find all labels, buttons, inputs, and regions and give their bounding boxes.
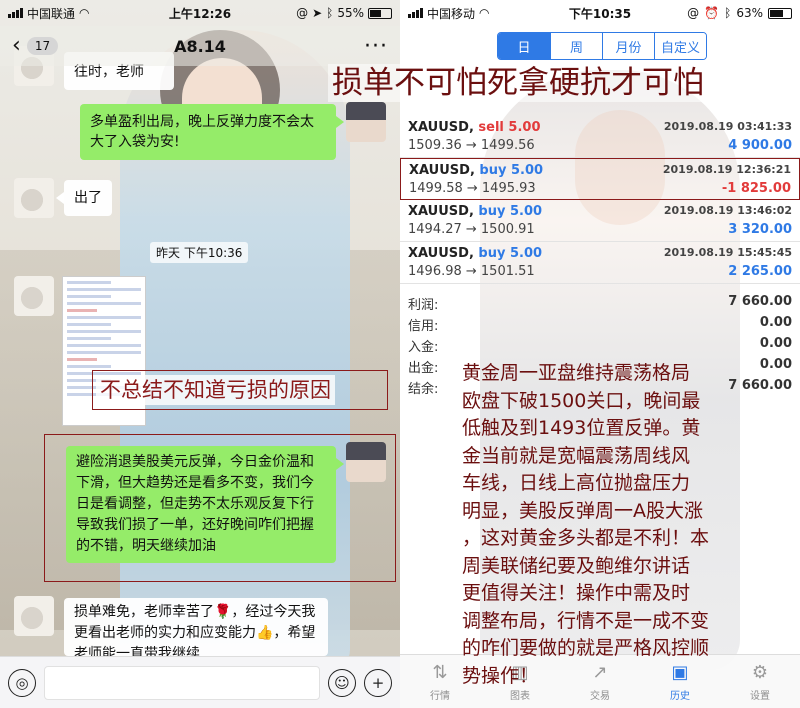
summary-label: 信用: xyxy=(408,319,439,334)
status-time: 上午12:26 xyxy=(168,6,232,21)
order-date: 2019.08.19 13:46:02 xyxy=(663,204,792,217)
chat-input-bar: ◎ ☺ + xyxy=(0,656,400,708)
period-segmented-control: 日 周 月份 自定义 xyxy=(497,32,707,60)
order-date: 2019.08.19 12:36:21 xyxy=(662,163,791,176)
order-prices: 1499.58 → 1495.93 xyxy=(409,181,536,196)
order-profit: 3 320.00 xyxy=(728,222,792,237)
screenshot-page: 中国联通 ◠ 上午12:26 @ ➤ ᛒ 55% ‹ 17 A8.14 ··· … xyxy=(0,0,800,708)
message-bubble-teacher: 多单盈利出局，晚上反弹力度不会太大了入袋为安! xyxy=(80,104,344,160)
order-symbol: XAUUSD, buy 5.00 xyxy=(409,163,543,178)
order-symbol-text: XAUUSD, xyxy=(409,163,475,178)
order-side: buy 5.00 xyxy=(478,204,543,219)
battery-icon xyxy=(368,7,392,19)
order-row[interactable]: XAUUSD, sell 5.00 2019.08.19 03:41:33 1509… xyxy=(400,116,800,158)
headline-overlay: 损单不可怕死拿硬抗才可怕 xyxy=(328,64,708,102)
avatar-client[interactable] xyxy=(14,178,54,218)
quotes-icon: ⇅ xyxy=(432,662,448,683)
order-symbol-text: XAUUSD, xyxy=(408,204,474,219)
order-prices: 1509.36 → 1499.56 xyxy=(408,138,535,153)
segment-custom[interactable]: 自定义 xyxy=(654,33,706,59)
summary-label: 利润: xyxy=(408,298,439,313)
highlight-frame xyxy=(44,434,396,582)
avatar-client[interactable] xyxy=(14,596,54,636)
order-side: sell 5.00 xyxy=(478,120,541,135)
order-symbol: XAUUSD, buy 5.00 xyxy=(408,204,542,219)
summary-row-profit: 利润: 7 660.00 xyxy=(400,292,800,313)
avatar-client[interactable] xyxy=(14,276,54,316)
order-date: 2019.08.19 15:45:45 xyxy=(663,246,792,259)
status-time: 下午10:35 xyxy=(568,6,632,21)
order-prices: 1496.98 → 1501.51 xyxy=(408,264,535,279)
plus-icon[interactable]: + xyxy=(364,668,392,697)
message-timestamp: 昨天 下午10:36 xyxy=(150,242,249,263)
order-symbol-text: XAUUSD, xyxy=(408,120,474,135)
segment-day[interactable]: 日 xyxy=(498,33,550,59)
segment-week[interactable]: 周 xyxy=(550,33,602,59)
summary-row-deposit: 入金: 0.00 xyxy=(400,334,800,355)
order-row[interactable]: XAUUSD, buy 5.00 2019.08.19 15:45:45 1496.… xyxy=(400,242,800,284)
message-bubble-client: 损单难免，老师幸苦了🌹，经过今天我更看出老师的实力和应变能力👍，希望老师能一直带… xyxy=(64,598,328,656)
order-profit: 4 900.00 xyxy=(728,138,792,153)
summary-label: 入金: xyxy=(408,340,439,355)
order-symbol-text: XAUUSD, xyxy=(408,246,474,261)
market-commentary-overlay: 黄金周一亚盘维持震荡格局 欧盘下破1500关口，晚间最 低触及到1493位置反弹… xyxy=(462,362,710,687)
order-row[interactable]: XAUUSD, buy 5.00 2019.08.19 12:36:21 1499.… xyxy=(400,158,800,200)
message-input[interactable] xyxy=(44,665,320,700)
segment-month[interactable]: 月份 xyxy=(602,33,654,59)
order-side: buy 5.00 xyxy=(478,246,543,261)
chat-title: A8.14 xyxy=(174,36,226,56)
order-date: 2019.08.19 03:41:33 xyxy=(663,120,792,133)
order-symbol: XAUUSD, buy 5.00 xyxy=(408,246,542,261)
voice-icon[interactable]: ◎ xyxy=(8,668,36,697)
summary-label: 结余: xyxy=(408,382,439,397)
emoji-icon[interactable]: ☺ xyxy=(328,668,356,697)
battery-icon xyxy=(768,7,792,19)
message-bubble-client: 出了 xyxy=(56,180,112,216)
tab-label: 行情 xyxy=(430,690,450,702)
chat-nav-bar: ‹ 17 A8.14 ··· xyxy=(0,26,400,66)
caption-text: 不总结不知道亏损的原因 xyxy=(96,375,335,405)
order-symbol: XAUUSD, sell 5.00 xyxy=(408,120,541,135)
status-bar-right: 中国移动 ◠ 下午10:35 @ ⏰ ᛒ 63% xyxy=(400,0,800,26)
summary-value: 0.00 xyxy=(759,357,792,372)
summary-value: 0.00 xyxy=(759,315,792,330)
summary-row-credit: 信用: 0.00 xyxy=(400,313,800,334)
summary-value: 0.00 xyxy=(759,336,792,351)
order-side: buy 5.00 xyxy=(479,163,544,178)
status-bar-left: 中国联通 ◠ 上午12:26 @ ➤ ᛒ 55% xyxy=(0,0,400,26)
order-profit: 2 265.00 xyxy=(728,264,792,279)
order-row[interactable]: XAUUSD, buy 5.00 2019.08.19 13:46:02 1494.… xyxy=(400,200,800,242)
order-profit: -1 825.00 xyxy=(721,181,791,196)
summary-label: 出金: xyxy=(408,361,439,376)
order-prices: 1494.27 → 1500.91 xyxy=(408,222,535,237)
summary-value: 7 660.00 xyxy=(728,294,792,309)
wechat-chat-panel: 中国联通 ◠ 上午12:26 @ ➤ ᛒ 55% ‹ 17 A8.14 ··· … xyxy=(0,0,400,708)
avatar-teacher[interactable] xyxy=(346,102,386,142)
